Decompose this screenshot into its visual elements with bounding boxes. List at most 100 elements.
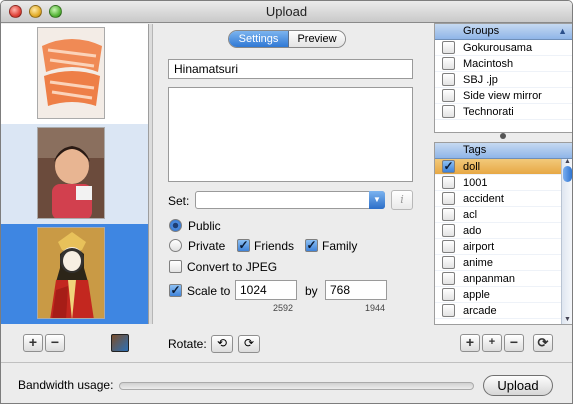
group-checkbox[interactable]	[442, 89, 455, 102]
chevron-down-icon: ▼	[369, 191, 385, 209]
scale-height-field[interactable]: 768	[325, 280, 387, 300]
photo-row-salmon[interactable]	[1, 24, 148, 124]
set-dropdown[interactable]: ▼	[195, 191, 385, 209]
scroll-up-icon[interactable]: ▲	[563, 158, 572, 165]
group-checkbox[interactable]	[442, 105, 455, 118]
rotate-left-button[interactable]: ⟲	[211, 335, 233, 353]
tag-row[interactable]: 1001	[435, 175, 572, 191]
scale-checkbox[interactable]: ✓	[169, 284, 182, 297]
rotate-label: Rotate:	[168, 337, 207, 351]
tag-label: apple	[463, 289, 490, 301]
bandwidth-meter	[119, 382, 474, 390]
tag-label: acl	[463, 209, 478, 221]
group-row[interactable]: SBJ .jp	[435, 72, 572, 88]
groups-header[interactable]: Groups ▲	[435, 24, 572, 40]
tag-checkbox[interactable]: ✓	[442, 160, 455, 173]
info-button[interactable]: i	[391, 190, 413, 210]
tag-checkbox[interactable]	[442, 176, 455, 189]
photo-row-child[interactable]	[1, 124, 148, 224]
upload-button[interactable]: Upload	[483, 375, 553, 396]
tag-label: airport	[463, 241, 495, 253]
set-label: Set:	[168, 194, 190, 208]
add-tag-alt-button[interactable]: +	[482, 334, 502, 352]
add-tag-button[interactable]: +	[460, 334, 480, 352]
scale-label: Scale to	[187, 284, 231, 298]
tag-checkbox[interactable]	[442, 208, 455, 221]
private-radio[interactable]	[169, 239, 182, 252]
tag-row[interactable]: anpanman	[435, 271, 572, 287]
rotate-right-button[interactable]: ⟳	[238, 335, 260, 353]
upload-window: Upload + − Settings Preview Hinamatsuri …	[0, 0, 573, 404]
group-label: Macintosh	[463, 58, 514, 70]
by-label: by	[305, 284, 318, 298]
original-width-label: 2592	[273, 303, 294, 313]
tag-label: anpanman	[463, 273, 515, 285]
group-label: Technorati	[463, 106, 514, 118]
tags-scrollbar[interactable]: ▲ ▼	[561, 158, 572, 324]
scroll-down-icon[interactable]: ▼	[563, 316, 572, 323]
group-checkbox[interactable]	[442, 73, 455, 86]
description-textarea[interactable]	[168, 87, 413, 182]
photo-row-hina-doll[interactable]	[1, 224, 148, 324]
remove-photo-button[interactable]: −	[45, 334, 65, 352]
photo-title-field[interactable]: Hinamatsuri	[168, 59, 413, 79]
remove-tag-button[interactable]: −	[504, 334, 524, 352]
photo-thumbnail-salmon	[37, 27, 105, 119]
tab-preview[interactable]: Preview	[289, 31, 345, 47]
bottom-bar: Bandwidth usage: Upload	[1, 362, 572, 403]
uploader-app-icon[interactable]	[111, 334, 129, 352]
tag-row[interactable]: accident	[435, 191, 572, 207]
tag-checkbox[interactable]	[442, 272, 455, 285]
group-checkbox[interactable]	[442, 57, 455, 70]
split-divider[interactable]	[149, 24, 153, 324]
friends-checkbox[interactable]: ✓	[237, 239, 250, 252]
tag-checkbox[interactable]	[442, 224, 455, 237]
refresh-icon: ⟳	[537, 335, 549, 350]
tags-scroll-thumb[interactable]	[563, 166, 572, 182]
group-label: SBJ .jp	[463, 74, 498, 86]
pane-splitter[interactable]	[500, 133, 506, 139]
tag-label: doll	[463, 161, 481, 173]
photo-list[interactable]	[1, 24, 149, 324]
title-bar: Upload	[1, 1, 572, 23]
tag-checkbox[interactable]	[442, 288, 455, 301]
group-row[interactable]: Technorati	[435, 104, 572, 120]
tag-row[interactable]: ado	[435, 223, 572, 239]
tag-checkbox[interactable]	[442, 192, 455, 205]
private-label: Private	[188, 239, 226, 253]
group-row[interactable]: Side view mirror	[435, 88, 572, 104]
tags-header[interactable]: Tags	[435, 143, 572, 159]
tag-row[interactable]: anime	[435, 255, 572, 271]
convert-jpeg-checkbox[interactable]	[169, 260, 182, 273]
groups-table[interactable]: Groups ▲ Gokurousama Macintosh SBJ .jp S…	[434, 23, 572, 133]
tags-header-label: Tags	[463, 144, 487, 156]
tag-row[interactable]: ✓ doll	[435, 159, 572, 175]
refresh-button[interactable]: ⟳	[533, 334, 553, 352]
family-label: Family	[322, 239, 358, 253]
view-segmented-control[interactable]: Settings Preview	[228, 30, 346, 48]
public-radio[interactable]	[169, 219, 182, 232]
rotate-left-icon: ⟲	[216, 336, 228, 350]
convert-jpeg-label: Convert to JPEG	[187, 260, 278, 274]
tag-row[interactable]: airport	[435, 239, 572, 255]
photo-thumbnail-child	[37, 127, 105, 219]
group-checkbox[interactable]	[442, 41, 455, 54]
group-label: Side view mirror	[463, 90, 542, 102]
tag-label: 1001	[463, 177, 488, 189]
tag-label: arcade	[463, 305, 497, 317]
tag-checkbox[interactable]	[442, 304, 455, 317]
group-row[interactable]: Macintosh	[435, 56, 572, 72]
group-row[interactable]: Gokurousama	[435, 40, 572, 56]
tag-checkbox[interactable]	[442, 240, 455, 253]
tag-row[interactable]: apple	[435, 287, 572, 303]
tag-row[interactable]: acl	[435, 207, 572, 223]
tag-row[interactable]: arcade	[435, 303, 572, 319]
tab-settings[interactable]: Settings	[229, 31, 289, 47]
add-photo-button[interactable]: +	[23, 334, 43, 352]
rotate-right-icon: ⟳	[243, 336, 255, 350]
family-checkbox[interactable]: ✓	[305, 239, 318, 252]
bandwidth-label: Bandwidth usage:	[18, 378, 114, 392]
tags-table[interactable]: Tags ✓ doll 1001 accident acl ado airport…	[434, 142, 572, 325]
tag-checkbox[interactable]	[442, 256, 455, 269]
scale-width-field[interactable]: 1024	[235, 280, 297, 300]
